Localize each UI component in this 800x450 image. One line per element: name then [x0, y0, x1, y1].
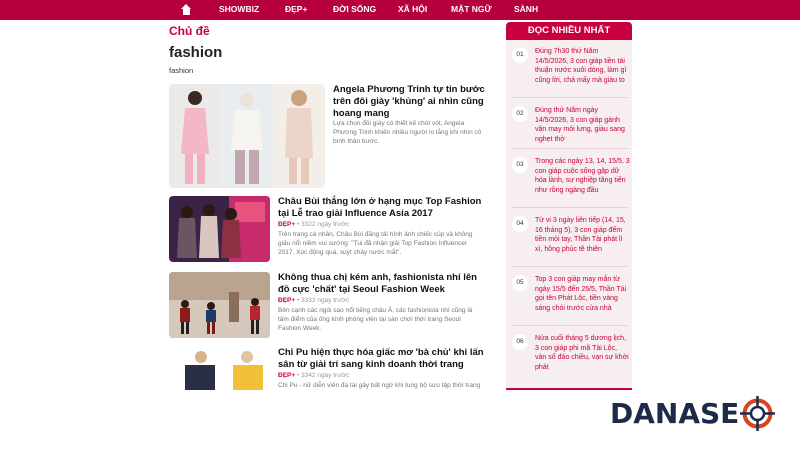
page-title: fashion [169, 44, 223, 61]
top-navigation: SHOWBIZ ĐẸP+ ĐỜI SỐNG XÃ HỘI MẶT NGỮ SÀN… [0, 0, 800, 20]
article-title[interactable]: Không thua chị kém anh, fashionista nhí … [278, 272, 484, 296]
article-description: Trên trang cá nhân, Châu Bùi đăng tải hì… [278, 231, 473, 256]
home-icon[interactable] [181, 4, 192, 16]
article-meta: ĐẸP+ • 3322 ngày trước [278, 221, 350, 228]
article-meta: ĐẸP+ • 3333 ngày trước [278, 297, 350, 304]
article-category[interactable]: ĐẸP+ [278, 221, 295, 228]
article-description: Chi Pu - nữ diễn viên đa tài gây bất ngờ… [278, 382, 481, 389]
rank-number: 06 [512, 334, 528, 350]
article-thumbnail[interactable] [169, 84, 325, 188]
article-time: 3333 ngày trước [301, 297, 350, 304]
article-time: 3342 ngày trước [301, 372, 350, 379]
article-category[interactable]: ĐẸP+ [278, 372, 295, 379]
rank-number: 03 [512, 157, 528, 173]
rank-number: 04 [512, 216, 528, 232]
article-meta: ĐẸP+ • 3342 ngày trước [278, 372, 350, 379]
sidebar-title: ĐỌC NHIỀU NHẤT [506, 22, 632, 40]
article-description: Bên cạnh các ngôi sao nổi tiếng châu Á, … [278, 307, 473, 332]
nav-item-dep[interactable]: ĐẸP+ [285, 4, 307, 14]
tag-subtitle: fashion [169, 66, 194, 75]
article-thumbnail[interactable] [169, 347, 270, 390]
nav-item-showbiz[interactable]: SHOWBIZ [219, 4, 259, 14]
article-time: 3322 ngày trước [301, 221, 350, 228]
article-title[interactable]: Chi Pu hiện thực hóa giấc mơ 'bà chủ' kh… [278, 347, 484, 371]
crosshair-o-logo [740, 395, 776, 431]
article-description: Lựa chọn đôi giày có thiết kế chót vót, … [333, 120, 482, 145]
most-read-link[interactable]: Đúng 7h30 thứ Năm 14/5/2026, 3 con giáp … [535, 47, 630, 85]
rank-number: 05 [512, 275, 528, 291]
nav-item-mat-ngu[interactable]: MẶT NGỮ [451, 4, 492, 14]
most-read-link[interactable]: Từ vi 3 ngày liên tiếp (14, 15, 16 tháng… [535, 216, 630, 254]
article-thumbnail[interactable] [169, 196, 270, 262]
brand-text: DANASE [610, 396, 740, 430]
divider [512, 207, 628, 208]
divider [512, 148, 628, 149]
nav-item-xa-hoi[interactable]: XÃ HỘI [398, 4, 427, 14]
rank-number: 02 [512, 106, 528, 122]
brand-watermark: DANASE [610, 392, 776, 434]
most-read-link[interactable]: Đúng thứ Năm ngày 14/5/2026, 3 con giáp … [535, 106, 630, 144]
divider [512, 97, 628, 98]
most-read-link[interactable]: Nửa cuối tháng 5 dương lịch, 3 con giáp … [535, 334, 630, 372]
sidebar-bottom-border [506, 388, 632, 390]
nav-item-doi-song[interactable]: ĐỜI SỐNG [333, 4, 376, 14]
topic-label: Chủ đề [169, 24, 210, 38]
article-title[interactable]: Châu Bùi thắng lớn ở hạng mục Top Fashio… [278, 196, 484, 220]
most-read-link[interactable]: Top 3 con giáp may mắn từ ngày 15/5 đến … [535, 275, 630, 313]
most-read-sidebar: ĐỌC NHIỀU NHẤT 01 Đúng 7h30 thứ Năm 14/5… [506, 22, 632, 390]
article-category[interactable]: ĐẸP+ [278, 297, 295, 304]
divider [512, 325, 628, 326]
divider [512, 266, 628, 267]
most-read-link[interactable]: Trong các ngày 13, 14, 15/5, 3 con giáp … [535, 157, 630, 195]
article-thumbnail[interactable] [169, 272, 270, 338]
rank-number: 01 [512, 47, 528, 63]
nav-item-sanh[interactable]: SÀNH [514, 4, 538, 14]
article-title[interactable]: Angela Phương Trinh tự tin bước trên đôi… [333, 84, 485, 120]
